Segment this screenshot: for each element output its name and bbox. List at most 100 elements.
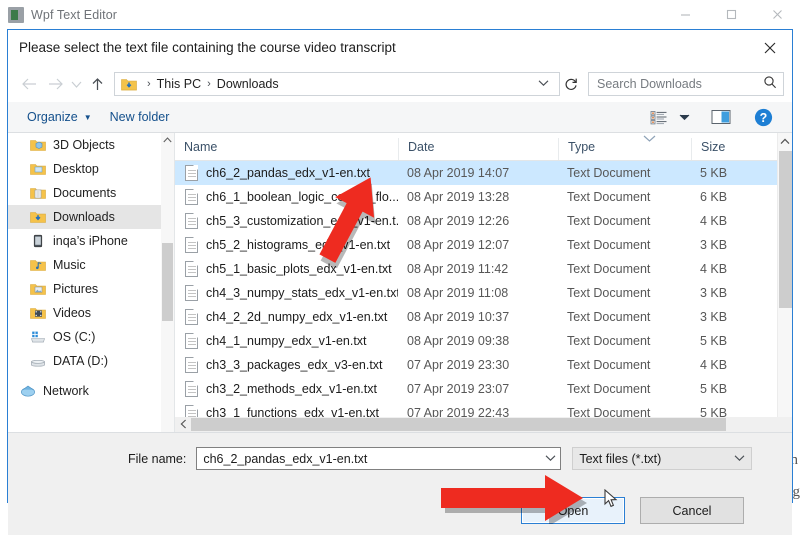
table-row[interactable]: ch4_1_numpy_edx_v1-en.txt08 Apr 2019 09:…	[175, 329, 792, 353]
filename-chevron-down-icon[interactable]	[539, 454, 556, 464]
sidebar-scrollbar[interactable]	[161, 133, 174, 432]
file-name-cell: ch6_1_boolean_logic_control_flo...	[175, 189, 398, 205]
file-type-cell: Text Document	[558, 190, 691, 204]
sidebar-item-label: OS (C:)	[53, 330, 95, 344]
sidebar-item-downloads[interactable]: Downloads	[8, 205, 174, 229]
column-header-date[interactable]: Date	[398, 138, 558, 160]
file-list-vertical-scrollbar[interactable]	[777, 133, 792, 432]
folder-music-icon	[30, 257, 46, 273]
address-bar: › This PC › Downloads	[8, 66, 792, 102]
sidebar-scroll-thumb[interactable]	[162, 243, 173, 321]
new-folder-button[interactable]: New folder	[101, 105, 179, 129]
file-type-filter-combobox[interactable]: Text files (*.txt)	[572, 447, 752, 470]
file-size-cell: 6 KB	[691, 190, 771, 204]
sidebar-item-label: Music	[53, 258, 86, 272]
table-row[interactable]: ch4_3_numpy_stats_edx_v1-en.txt08 Apr 20…	[175, 281, 792, 305]
table-row[interactable]: ch6_2_pandas_edx_v1-en.txt08 Apr 2019 14…	[175, 161, 792, 185]
sidebar-item-data-d[interactable]: DATA (D:)	[8, 349, 174, 373]
file-name-label: ch3_3_packages_edx_v3-en.txt	[206, 358, 383, 372]
table-row[interactable]: ch5_2_histograms_edx_v1-en.txt08 Apr 201…	[175, 233, 792, 257]
search-box[interactable]	[588, 72, 784, 96]
file-size-cell: 4 KB	[691, 214, 771, 228]
table-row[interactable]: ch3_2_methods_edx_v1-en.txt07 Apr 2019 2…	[175, 377, 792, 401]
dialog-close-icon[interactable]	[758, 36, 782, 60]
file-list-horizontal-scrollbar[interactable]	[175, 417, 792, 432]
view-options-icon[interactable]	[646, 105, 672, 129]
close-icon[interactable]	[754, 0, 800, 29]
vertical-scroll-thumb[interactable]	[779, 151, 792, 308]
file-name-label: ch5_2_histograms_edx_v1-en.txt	[206, 238, 390, 252]
file-name-label: ch3_2_methods_edx_v1-en.txt	[206, 382, 377, 396]
file-name-cell: ch6_2_pandas_edx_v1-en.txt	[175, 165, 398, 181]
navigation-pane: 3D Objects Desktop DocumentsDownloads inqa’…	[8, 133, 174, 432]
text-document-icon	[185, 333, 198, 349]
sidebar-item-music[interactable]: Music	[8, 253, 174, 277]
scroll-up-icon[interactable]	[778, 133, 792, 150]
column-headers: Name Date Type Size	[175, 133, 792, 161]
recent-locations-icon[interactable]	[68, 71, 84, 97]
view-options-chevron-down-icon[interactable]	[676, 105, 692, 129]
file-type-cell: Text Document	[558, 358, 691, 372]
file-size-cell: 5 KB	[691, 382, 771, 396]
search-input[interactable]	[595, 76, 763, 92]
cancel-button[interactable]: Cancel	[640, 497, 744, 524]
file-rows: ch6_2_pandas_edx_v1-en.txt08 Apr 2019 14…	[175, 161, 792, 425]
breadcrumb-item-this-pc[interactable]: This PC	[157, 77, 201, 91]
table-row[interactable]: ch5_3_customization_edx_v1-en.t...08 Apr…	[175, 209, 792, 233]
file-name-label: ch6_2_pandas_edx_v1-en.txt	[206, 166, 370, 180]
sidebar-item-documents[interactable]: Documents	[8, 181, 174, 205]
column-header-size[interactable]: Size	[691, 138, 771, 160]
sidebar-item-desktop[interactable]: Desktop	[8, 157, 174, 181]
search-icon[interactable]	[763, 75, 777, 94]
sidebar-item-label: Videos	[53, 306, 91, 320]
disk-drive-icon	[30, 353, 46, 369]
filename-input[interactable]	[201, 451, 539, 467]
sidebar-item-videos[interactable]: Videos	[8, 301, 174, 325]
sidebar-item-3d-objects[interactable]: 3D Objects	[8, 133, 174, 157]
file-size-cell: 4 KB	[691, 262, 771, 276]
sidebar-item-network[interactable]: Network	[8, 379, 174, 403]
forward-arrow-icon[interactable]	[42, 71, 68, 97]
file-type-filter-value: Text files (*.txt)	[579, 452, 728, 466]
maximize-icon[interactable]	[708, 0, 754, 29]
column-header-type[interactable]: Type	[558, 138, 691, 160]
column-header-name[interactable]: Name	[175, 138, 398, 160]
app-square-icon	[8, 7, 24, 23]
open-button[interactable]: Open	[521, 497, 625, 524]
back-arrow-icon[interactable]	[16, 71, 42, 97]
refresh-icon[interactable]	[560, 77, 582, 91]
sidebar-item-inqa-s-iphone[interactable]: inqa’s iPhone	[8, 229, 174, 253]
sidebar-item-label: inqa’s iPhone	[53, 234, 128, 248]
breadcrumb[interactable]: › This PC › Downloads	[114, 72, 560, 96]
organize-button[interactable]: Organize ▼	[18, 105, 101, 129]
sidebar-item-label: Desktop	[53, 162, 99, 176]
breadcrumb-item-downloads[interactable]: Downloads	[217, 77, 279, 91]
breadcrumb-chevron-down-icon[interactable]	[532, 79, 555, 90]
sidebar-scroll-up-icon[interactable]	[161, 133, 174, 147]
sidebar-item-pictures[interactable]: Pictures	[8, 277, 174, 301]
network-icon	[20, 383, 36, 399]
folder-3d-icon	[30, 137, 46, 153]
file-name-cell: ch4_3_numpy_stats_edx_v1-en.txt	[175, 285, 398, 301]
table-row[interactable]: ch4_2_2d_numpy_edx_v1-en.txt08 Apr 2019 …	[175, 305, 792, 329]
folder-downloads-icon	[30, 209, 46, 225]
preview-pane-icon[interactable]	[708, 105, 734, 129]
file-name-label: ch4_1_numpy_edx_v1-en.txt	[206, 334, 367, 348]
filter-chevron-down-icon[interactable]	[728, 454, 745, 464]
sidebar-item-os-c[interactable]: OS (C:)	[8, 325, 174, 349]
minimize-icon[interactable]	[662, 0, 708, 29]
table-row[interactable]: ch5_1_basic_plots_edx_v1-en.txt08 Apr 20…	[175, 257, 792, 281]
text-document-icon	[185, 309, 198, 325]
horizontal-scroll-thumb[interactable]	[191, 418, 726, 431]
iphone-icon	[30, 233, 46, 249]
help-icon[interactable]: ?	[750, 105, 776, 129]
table-row[interactable]: ch3_3_packages_edx_v3-en.txt 07 Apr 2019 …	[175, 353, 792, 377]
scroll-left-icon[interactable]	[175, 419, 191, 431]
filename-combobox[interactable]	[196, 447, 561, 470]
file-name-cell: ch5_1_basic_plots_edx_v1-en.txt	[175, 261, 398, 277]
file-size-cell: 3 KB	[691, 238, 771, 252]
file-date-cell: 07 Apr 2019 23:30	[398, 358, 558, 372]
table-row[interactable]: ch6_1_boolean_logic_control_flo...08 Apr…	[175, 185, 792, 209]
up-arrow-icon[interactable]	[84, 71, 110, 97]
folder-videos-icon	[30, 305, 46, 321]
